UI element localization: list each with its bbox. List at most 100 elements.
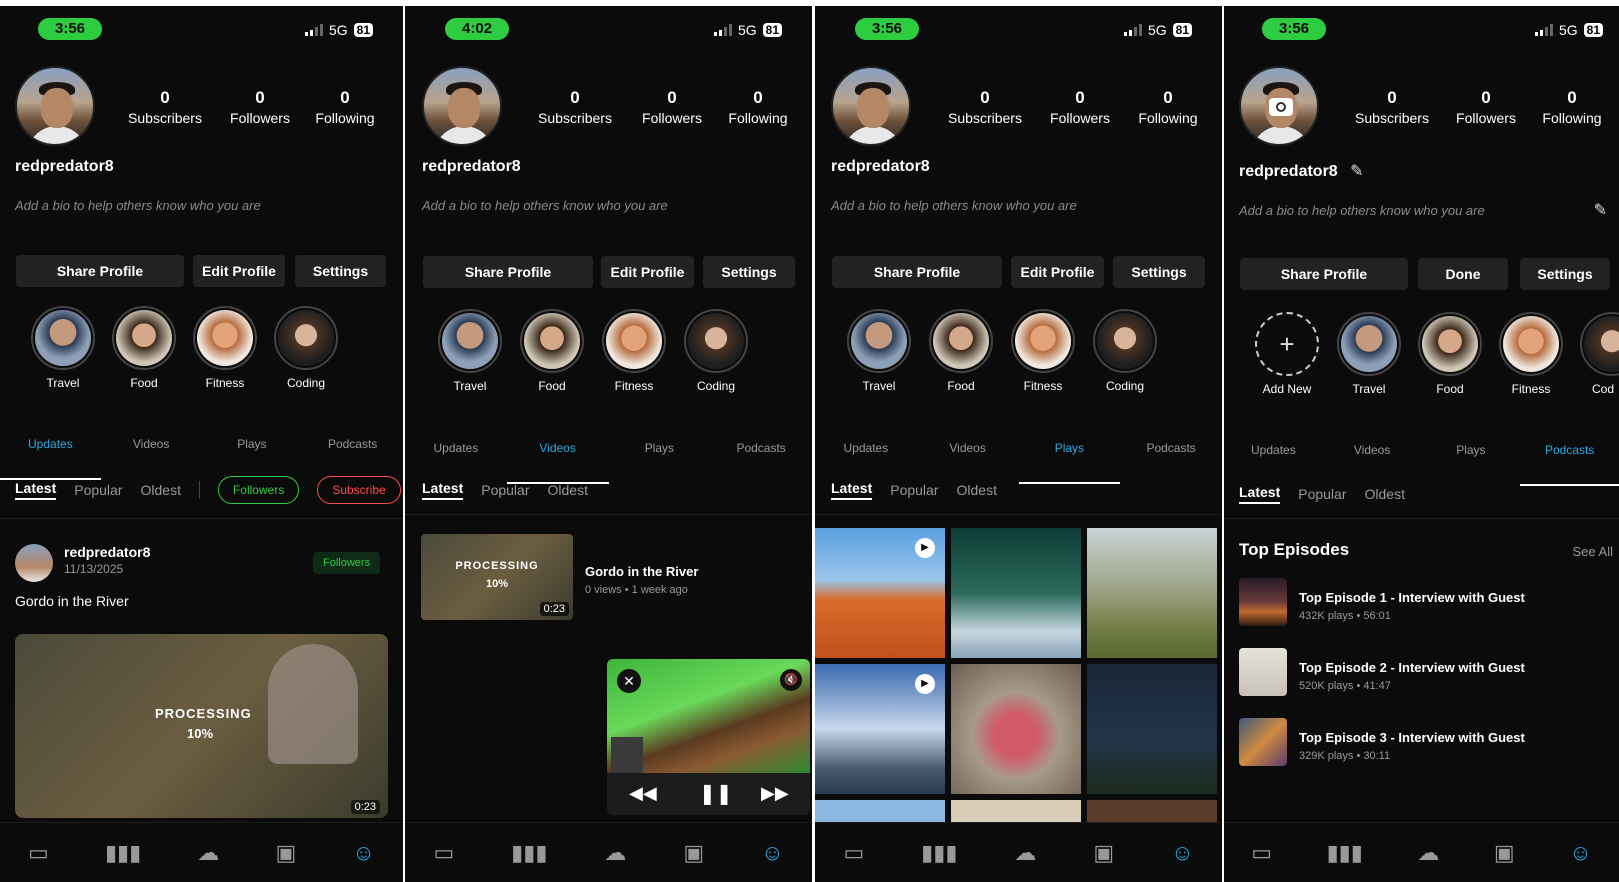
play-thumbnail[interactable] <box>951 528 1081 658</box>
stats-icon[interactable]: ▮▮▮ <box>921 840 957 866</box>
see-all-link[interactable]: See All <box>1573 544 1613 559</box>
sort-oldest[interactable]: Oldest <box>548 482 588 498</box>
edit-profile-button[interactable]: Edit Profile <box>193 255 285 287</box>
share-profile-button[interactable]: Share Profile <box>832 256 1002 288</box>
followers-stat[interactable]: 0 Followers <box>220 88 300 126</box>
episode-artwork[interactable] <box>1239 648 1287 696</box>
cloud-icon[interactable]: ☁ <box>604 840 626 866</box>
settings-button[interactable]: Settings <box>295 255 386 287</box>
play-thumbnail[interactable]: ▶ <box>815 664 945 794</box>
play-thumbnail[interactable] <box>1087 800 1217 822</box>
tab-videos[interactable]: Videos <box>917 432 1019 472</box>
highlight-food[interactable]: Food <box>520 309 584 393</box>
highlight-fitness[interactable]: Fitness <box>193 306 257 390</box>
sort-latest[interactable]: Latest <box>1239 484 1281 504</box>
highlight-travel[interactable]: Travel <box>438 309 502 393</box>
tab-updates[interactable]: Updates <box>815 432 917 472</box>
tab-plays[interactable]: Plays <box>1018 432 1121 484</box>
fast-forward-icon[interactable]: ▶▶ <box>761 783 789 804</box>
tab-podcasts[interactable]: Podcasts <box>1520 434 1619 486</box>
tab-updates[interactable]: Updates <box>1224 434 1323 474</box>
tab-plays[interactable]: Plays <box>202 428 303 468</box>
sort-oldest[interactable]: Oldest <box>141 482 181 498</box>
video-thumbnail[interactable]: PROCESSING 10% 0:23 <box>421 534 573 620</box>
cloud-icon[interactable]: ☁ <box>1014 840 1036 866</box>
stats-icon[interactable]: ▮▮▮ <box>105 840 141 866</box>
tab-videos[interactable]: Videos <box>506 432 609 484</box>
plus-icon[interactable]: + <box>1255 312 1319 376</box>
post-author[interactable]: redpredator8 <box>64 544 150 560</box>
close-icon[interactable]: ✕ <box>617 669 641 693</box>
tab-podcasts[interactable]: Podcasts <box>710 432 812 472</box>
subscribers-stat[interactable]: 0 Subscribers <box>935 88 1035 126</box>
subscribers-stat[interactable]: 0 Subscribers <box>120 88 210 126</box>
post-avatar[interactable] <box>15 544 53 582</box>
sort-popular[interactable]: Popular <box>74 482 122 498</box>
followers-stat[interactable]: 0 Followers <box>1446 88 1526 126</box>
sort-popular[interactable]: Popular <box>1298 486 1346 502</box>
sort-latest[interactable]: Latest <box>422 480 464 500</box>
pause-icon[interactable]: ❚❚ <box>699 781 733 806</box>
play-thumbnail[interactable] <box>1087 664 1217 794</box>
done-button[interactable]: Done <box>1418 258 1508 290</box>
filter-subscribe[interactable]: Subscribe <box>317 476 401 504</box>
play-thumbnail[interactable] <box>951 664 1081 794</box>
tab-podcasts[interactable]: Podcasts <box>302 428 403 468</box>
mini-player[interactable]: ✕ 🔇 ◀◀ ❚❚ ▶▶ <box>607 659 810 815</box>
followers-stat[interactable]: 0 Followers <box>632 88 712 126</box>
highlight-travel[interactable]: Travel <box>847 309 911 393</box>
play-thumbnail[interactable] <box>1087 528 1217 658</box>
avatar[interactable] <box>15 66 95 146</box>
camera-icon[interactable] <box>1269 98 1293 116</box>
subscribers-stat[interactable]: 0 Subscribers <box>1342 88 1442 126</box>
settings-button[interactable]: Settings <box>1113 256 1205 288</box>
cloud-icon[interactable]: ☁ <box>1417 840 1439 866</box>
edit-profile-button[interactable]: Edit Profile <box>1011 256 1104 288</box>
share-profile-button[interactable]: Share Profile <box>1240 258 1408 290</box>
wallet-icon[interactable]: ▣ <box>1494 840 1515 866</box>
highlight-food[interactable]: Food <box>929 309 993 393</box>
highlight-food[interactable]: Food <box>112 306 176 390</box>
sort-oldest[interactable]: Oldest <box>957 482 997 498</box>
mute-icon[interactable]: 🔇 <box>780 669 802 691</box>
episode-artwork[interactable] <box>1239 718 1287 766</box>
tab-videos[interactable]: Videos <box>1323 434 1422 474</box>
highlight-food[interactable]: Food <box>1418 312 1482 396</box>
following-stat[interactable]: 0 Following <box>1532 88 1612 126</box>
video-title[interactable]: Gordo in the River <box>585 564 698 579</box>
highlight-travel[interactable]: Travel <box>1337 312 1401 396</box>
episode-title[interactable]: Top Episode 3 - Interview with Guest <box>1299 730 1525 745</box>
edit-username-icon[interactable]: ✎ <box>1350 163 1363 180</box>
username[interactable]: redpredator8 <box>1239 163 1338 180</box>
sort-oldest[interactable]: Oldest <box>1365 486 1405 502</box>
tab-plays[interactable]: Plays <box>1422 434 1521 474</box>
highlight-travel[interactable]: Travel <box>31 306 95 390</box>
bio-placeholder[interactable]: Add a bio to help others know who you ar… <box>831 198 1077 213</box>
avatar[interactable] <box>1239 66 1319 146</box>
sort-popular[interactable]: Popular <box>481 482 529 498</box>
edit-profile-button[interactable]: Edit Profile <box>601 256 694 288</box>
profile-icon[interactable]: ☺ <box>761 840 783 866</box>
library-icon[interactable]: ▭ <box>1251 840 1272 866</box>
tab-updates[interactable]: Updates <box>0 428 101 480</box>
highlight-coding[interactable]: Coding <box>684 309 748 393</box>
profile-icon[interactable]: ☺ <box>1171 840 1193 866</box>
highlight-add-new[interactable]: + Add New <box>1255 312 1319 396</box>
bio-placeholder[interactable]: Add a bio to help others know who you ar… <box>1239 203 1485 218</box>
highlight-fitness[interactable]: Fitness <box>602 309 666 393</box>
play-thumbnail[interactable] <box>951 800 1081 822</box>
cloud-icon[interactable]: ☁ <box>197 840 219 866</box>
episode-title[interactable]: Top Episode 2 - Interview with Guest <box>1299 660 1525 675</box>
post-video-thumbnail[interactable]: PROCESSING 10% 0:23 <box>15 634 388 818</box>
wallet-icon[interactable]: ▣ <box>276 840 297 866</box>
edit-bio-icon[interactable]: ✎ <box>1594 200 1607 220</box>
following-stat[interactable]: 0 Following <box>1128 88 1208 126</box>
play-thumbnail[interactable]: ▶ <box>815 528 945 658</box>
tab-videos[interactable]: Videos <box>101 428 202 468</box>
tab-podcasts[interactable]: Podcasts <box>1120 432 1222 472</box>
bio-placeholder[interactable]: Add a bio to help others know who you ar… <box>422 198 668 213</box>
following-stat[interactable]: 0 Following <box>718 88 798 126</box>
sort-latest[interactable]: Latest <box>15 480 57 500</box>
avatar[interactable] <box>831 66 911 146</box>
settings-button[interactable]: Settings <box>1520 258 1610 290</box>
